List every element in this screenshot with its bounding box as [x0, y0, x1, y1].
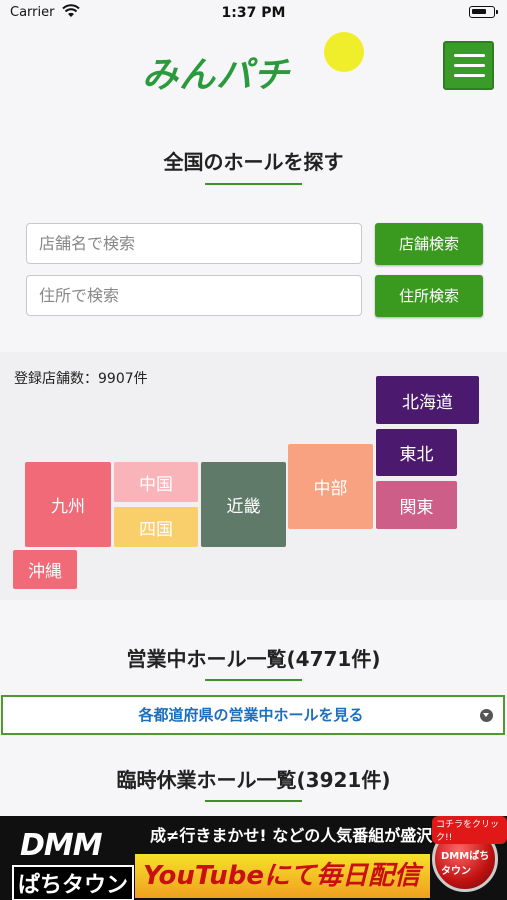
region-kyushu[interactable]: 九州: [25, 462, 111, 547]
banner-dmm-logo: DMM: [20, 828, 103, 863]
banner-pachitown-logo: ぱちタウン: [12, 865, 135, 900]
title-underline: [205, 800, 302, 802]
open-halls-by-prefecture-accordion[interactable]: 各都道府県の営業中ホールを見る: [1, 695, 505, 735]
region-chugoku[interactable]: 中国: [114, 462, 198, 502]
hamburger-menu-button[interactable]: [443, 41, 494, 90]
ad-banner[interactable]: DMM ぱちタウン 成≠行きまかせ! などの人気番組が盛沢山!! YouTube…: [0, 816, 507, 900]
address-search-button[interactable]: 住所検索: [375, 275, 483, 317]
banner-button-text: DMMぱちタウン: [441, 851, 490, 877]
logo-sun-icon: [324, 32, 364, 72]
app-logo[interactable]: みんパチ: [142, 32, 372, 96]
status-bar: Carrier 1:37 PM: [0, 0, 507, 28]
region-chubu[interactable]: 中部: [288, 444, 373, 529]
title-underline: [205, 679, 302, 681]
menu-line-icon: [454, 74, 485, 77]
closed-halls-title: 臨時休業ホール一覧(3921件): [116, 768, 391, 792]
menu-line-icon: [454, 54, 485, 57]
region-kinki[interactable]: 近畿: [201, 462, 286, 547]
banner-click-text: コチラをクリック!!: [432, 816, 507, 844]
chevron-down-icon: [480, 709, 493, 722]
region-hokkaido[interactable]: 北海道: [376, 376, 479, 424]
region-kanto[interactable]: 関東: [376, 481, 457, 529]
logo-text: みんパチ: [142, 55, 291, 96]
banner-main-text: YouTubeにて毎日配信中!!: [135, 854, 430, 898]
accordion-label: 各都道府県の営業中ホールを見る: [138, 706, 364, 724]
region-shikoku[interactable]: 四国: [114, 507, 198, 547]
registered-store-count: 登録店舗数：9907件: [14, 371, 148, 387]
address-search-input[interactable]: 住所で検索: [26, 275, 362, 316]
banner-top-text: 成≠行きまかせ! などの人気番組が盛沢山!!: [150, 826, 463, 845]
title-underline: [205, 183, 302, 185]
menu-line-icon: [454, 64, 485, 67]
region-tohoku[interactable]: 東北: [376, 429, 457, 476]
clock: 1:37 PM: [221, 5, 286, 21]
store-search-input[interactable]: 店舗名で検索: [26, 223, 362, 264]
search-section-title: 全国のホールを探す: [163, 150, 344, 174]
battery-icon: [469, 6, 498, 18]
region-okinawa[interactable]: 沖縄: [13, 550, 77, 589]
open-halls-title: 営業中ホール一覧(4771件): [126, 647, 381, 671]
store-search-button[interactable]: 店舗検索: [375, 223, 483, 265]
